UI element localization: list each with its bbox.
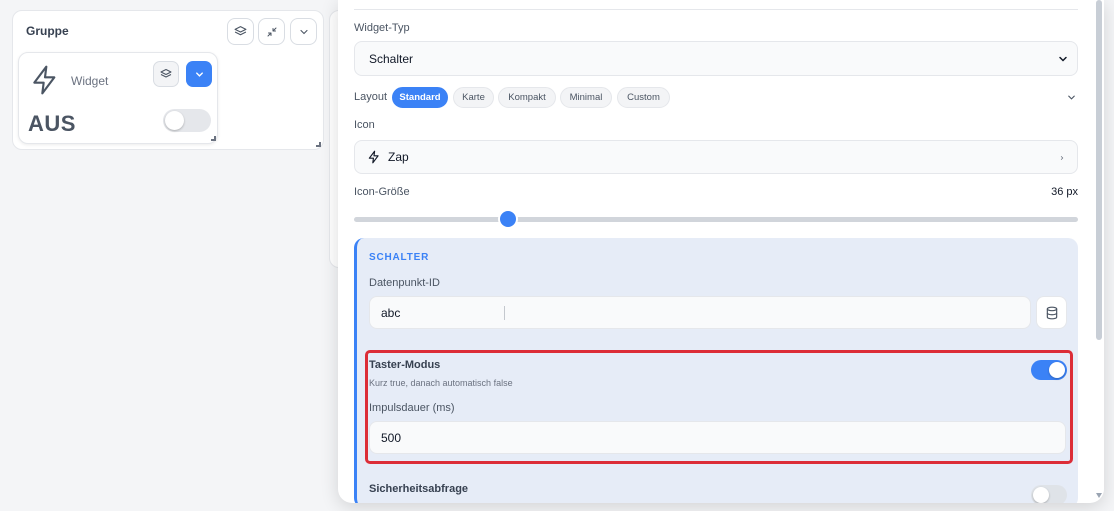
widget-type-label: Widget-Typ (354, 22, 410, 34)
widget-type-value: Schalter (369, 51, 414, 66)
chevron-down-icon (195, 71, 203, 77)
zap-icon (368, 150, 379, 164)
resize-handle[interactable] (211, 136, 216, 141)
scroll-down-arrow-icon[interactable] (1096, 493, 1102, 498)
chevron-down-icon (299, 29, 308, 34)
scrollbar[interactable] (1094, 0, 1104, 503)
text-cursor-icon (504, 306, 505, 320)
widget-toggle[interactable] (163, 109, 211, 132)
impulse-duration-value: 500 (381, 430, 402, 445)
toggle-knob (1033, 487, 1049, 503)
layout-pill-karte[interactable]: Karte (453, 87, 494, 108)
layout-pill-standard[interactable]: Standard (392, 87, 448, 108)
group-minimize-button[interactable] (258, 18, 285, 45)
schalter-section: SCHALTER Datenpunkt-ID abc Taster-Modus … (354, 238, 1078, 503)
scrollbar-thumb[interactable] (1096, 0, 1102, 340)
impulse-duration-label: Impulsdauer (ms) (369, 402, 455, 414)
group-resize-handle[interactable] (316, 142, 321, 147)
icon-picker[interactable]: Zap (354, 140, 1078, 174)
icon-size-value: 36 px (1051, 186, 1078, 198)
toggle-knob (165, 111, 184, 130)
layout-pill-custom[interactable]: Custom (617, 87, 670, 108)
widget-menu-button[interactable] (186, 61, 212, 87)
icon-size-slider-thumb[interactable] (500, 211, 516, 227)
database-icon (1046, 306, 1057, 319)
group-card: Gruppe Widget AUS (12, 10, 324, 150)
widget-editor-panel: Widget-Typ Schalter Layout Standard Kart… (338, 0, 1104, 503)
group-title: Gruppe (26, 24, 69, 38)
datapoint-browse-button[interactable] (1036, 296, 1067, 329)
group-collapse-button[interactable] (290, 18, 317, 45)
layout-pill-kompakt[interactable]: Kompakt (498, 87, 556, 108)
taster-mode-description: Kurz true, danach automatisch false (369, 378, 513, 388)
datapoint-label: Datenpunkt-ID (369, 277, 440, 289)
icon-label: Icon (354, 119, 375, 131)
widget-state-text: AUS (28, 111, 76, 136)
section-title: SCHALTER (369, 252, 430, 263)
layers-icon (234, 26, 247, 36)
widget-label: Widget (71, 74, 109, 88)
minimize-icon (267, 27, 276, 36)
layout-pill-minimal[interactable]: Minimal (560, 87, 612, 108)
icon-size-slider-track[interactable] (354, 217, 1078, 222)
group-layers-button[interactable] (227, 18, 254, 45)
impulse-duration-input[interactable]: 500 (369, 421, 1066, 454)
widget-card[interactable]: Widget AUS (18, 52, 218, 144)
zap-icon (33, 65, 56, 95)
toggle-knob (1049, 362, 1065, 378)
layout-expand-chevron-icon[interactable] (1066, 92, 1077, 103)
widget-type-select[interactable]: Schalter (354, 41, 1078, 76)
datapoint-value: abc (381, 305, 401, 320)
divider (354, 9, 1078, 10)
safety-prompt-label: Sicherheitsabfrage (369, 483, 469, 495)
taster-mode-toggle[interactable] (1031, 360, 1067, 380)
layers-icon (160, 69, 172, 78)
icon-size-label: Icon-Größe (354, 186, 410, 198)
chevron-right-icon (1060, 156, 1064, 160)
widget-layers-button[interactable] (153, 61, 179, 87)
icon-value: Zap (388, 150, 409, 164)
layout-label: Layout (354, 91, 388, 103)
safety-prompt-toggle[interactable] (1031, 485, 1067, 503)
datapoint-input[interactable]: abc (369, 296, 1031, 329)
chevron-down-icon (1059, 56, 1067, 62)
taster-mode-label: Taster-Modus (369, 359, 441, 371)
